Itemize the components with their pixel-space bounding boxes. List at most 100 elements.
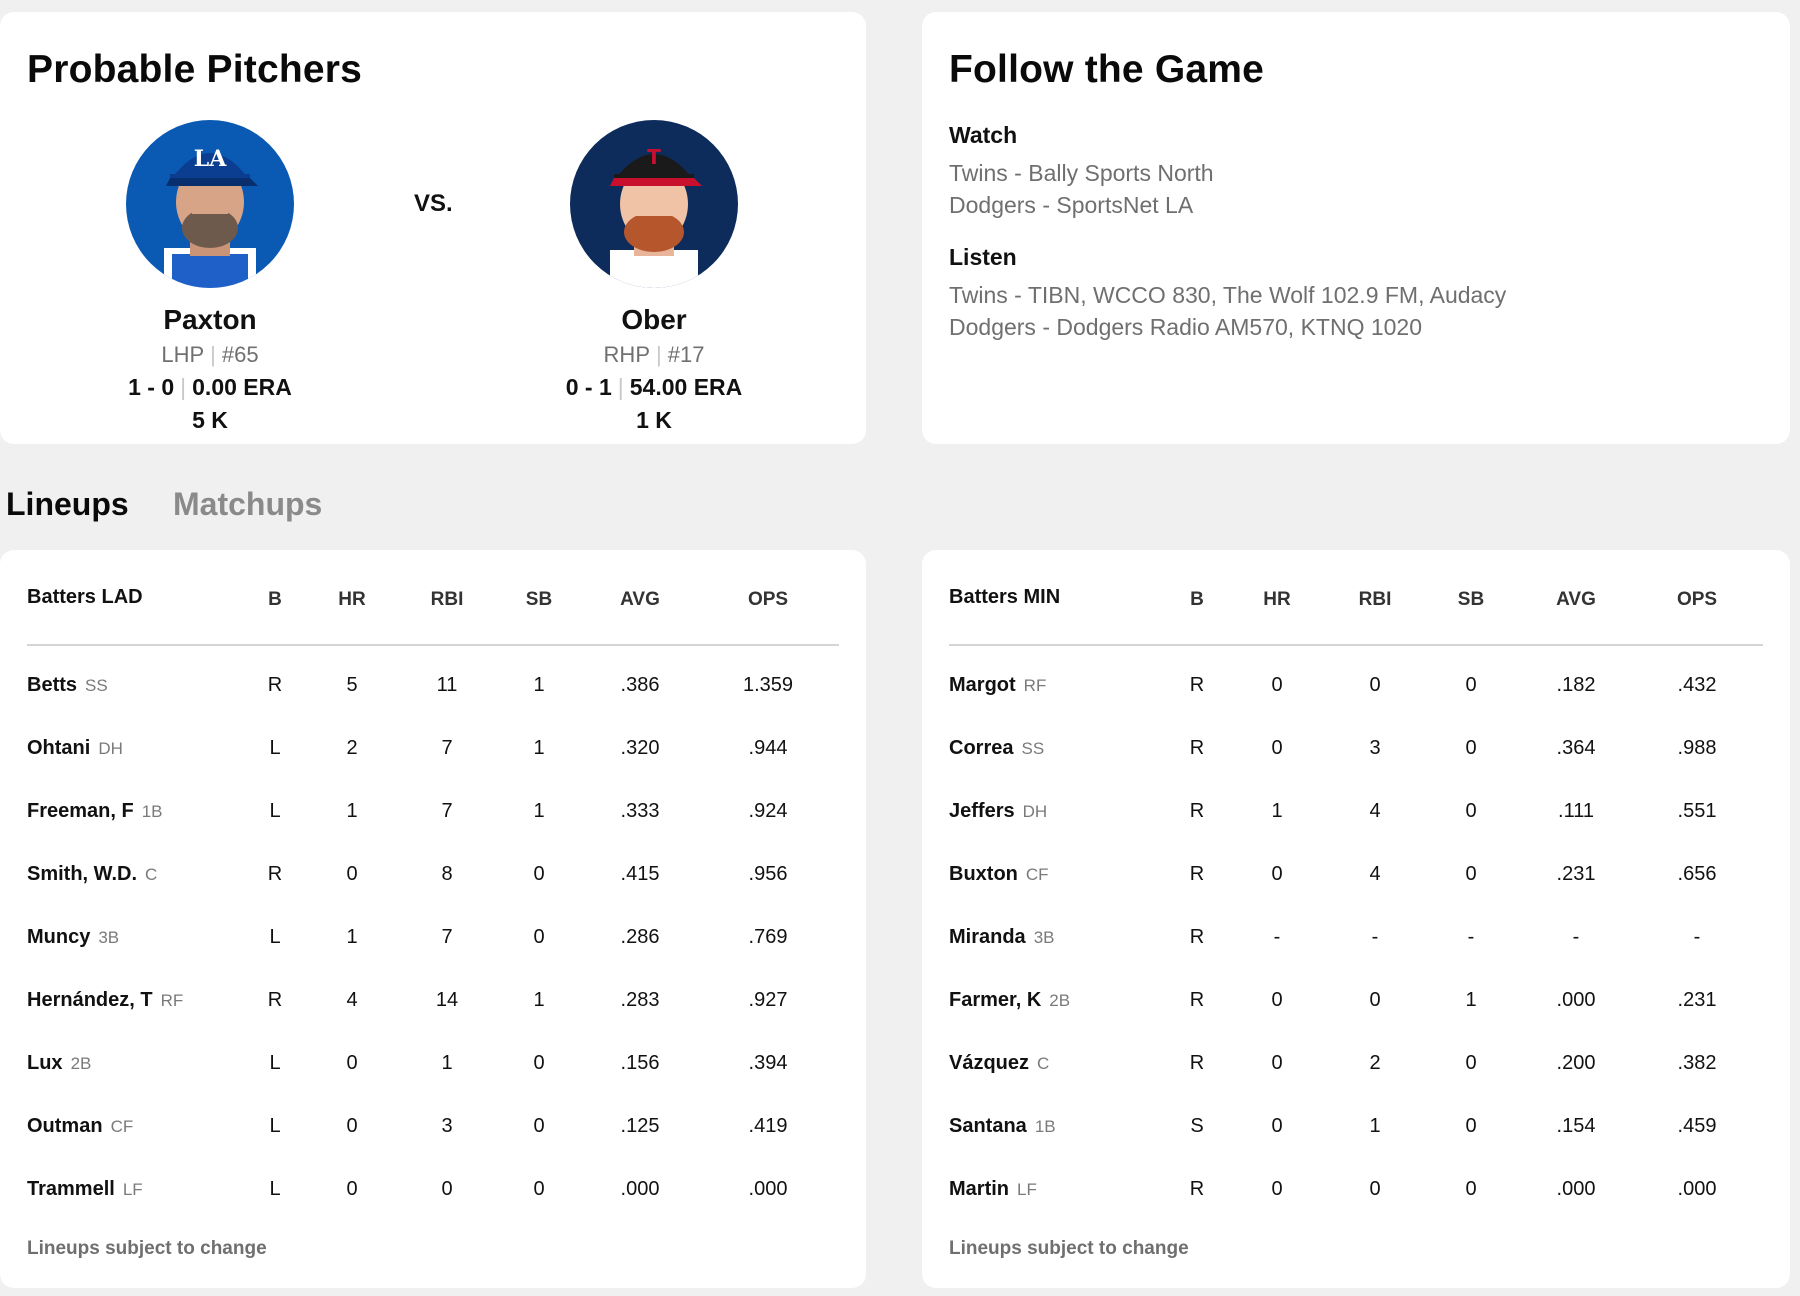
away-pitcher-number: #65 bbox=[221, 342, 259, 367]
table-row[interactable]: Martin LF R 0 0 0 .000 .000 bbox=[949, 1178, 1763, 1208]
player-name-text[interactable]: Margot bbox=[949, 674, 1016, 696]
player-name[interactable]: Smith, W.D. C bbox=[27, 863, 157, 886]
player-name[interactable]: Vázquez C bbox=[949, 1052, 1049, 1075]
player-name[interactable]: Miranda 3B bbox=[949, 926, 1054, 949]
player-name-text[interactable]: Muncy bbox=[27, 926, 90, 948]
col-header-avg: AVG bbox=[620, 589, 660, 610]
stat-hr: 0 bbox=[1271, 1178, 1283, 1200]
tab-lineups[interactable]: Lineups bbox=[6, 486, 129, 523]
player-name-text[interactable]: Farmer, K bbox=[949, 989, 1041, 1011]
stat-avg: .000 bbox=[1556, 989, 1596, 1011]
stat-b: L bbox=[269, 1052, 281, 1074]
lineup-card-lad: Batters LAD B HR RBI SB AVG OPS Betts SS R… bbox=[0, 550, 866, 1288]
player-name-text[interactable]: Miranda bbox=[949, 926, 1026, 948]
stat-ops: .656 bbox=[1677, 863, 1717, 885]
stat-avg: .182 bbox=[1556, 674, 1596, 696]
player-name-text[interactable]: Freeman, F bbox=[27, 800, 134, 822]
table-row[interactable]: Vázquez C R 0 2 0 .200 .382 bbox=[949, 1052, 1763, 1082]
stat-ops: .419 bbox=[748, 1115, 788, 1137]
stat-rbi: 0 bbox=[1369, 674, 1381, 696]
player-name-text[interactable]: Hernández, T bbox=[27, 989, 153, 1011]
home-pitcher-name[interactable]: Ober bbox=[504, 304, 804, 336]
stat-hr: 0 bbox=[1271, 863, 1283, 885]
stat-b: R bbox=[1189, 926, 1205, 948]
table-row[interactable]: Jeffers DH R 1 4 0 .111 .551 bbox=[949, 800, 1763, 830]
player-name-text[interactable]: Santana bbox=[949, 1115, 1027, 1137]
player-name[interactable]: Lux 2B bbox=[27, 1052, 91, 1075]
player-name-text[interactable]: Jeffers bbox=[949, 800, 1015, 822]
player-name-text[interactable]: Ohtani bbox=[27, 737, 90, 759]
away-pitcher[interactable]: LA Paxton LHP | #65 1 - 0 | 0.00 ERA 5 K bbox=[60, 108, 360, 434]
stat-rbi: 7 bbox=[441, 737, 453, 759]
divider: | bbox=[656, 342, 662, 367]
stat-rbi: 11 bbox=[436, 674, 458, 696]
table-row[interactable]: Margot RF R 0 0 0 .182 .432 bbox=[949, 674, 1763, 704]
player-position: RF bbox=[160, 991, 184, 1010]
table-row[interactable]: Smith, W.D. C R 0 8 0 .415 .956 bbox=[27, 863, 839, 893]
home-pitcher[interactable]: T Ober RHP | #17 0 - 1 | 54.00 ERA 1 K bbox=[504, 108, 804, 434]
table-row[interactable]: Freeman, F 1B L 1 7 1 .333 .924 bbox=[27, 800, 839, 830]
home-pitcher-position: RHP | #17 bbox=[504, 342, 804, 368]
table-row[interactable]: Trammell LF L 0 0 0 .000 .000 bbox=[27, 1178, 839, 1208]
player-position: 1B bbox=[141, 802, 163, 821]
versus-label: VS. bbox=[414, 190, 453, 217]
stat-rbi: 14 bbox=[435, 989, 459, 1011]
stat-sb: 1 bbox=[533, 737, 545, 759]
table-row[interactable]: Buxton CF R 0 4 0 .231 .656 bbox=[949, 863, 1763, 893]
stat-rbi: 4 bbox=[1369, 863, 1381, 885]
player-name[interactable]: Farmer, K 2B bbox=[949, 989, 1070, 1012]
player-name-text[interactable]: Trammell bbox=[27, 1178, 115, 1200]
player-position: LF bbox=[1017, 1180, 1037, 1199]
player-name-text[interactable]: Buxton bbox=[949, 863, 1018, 885]
away-pitcher-stats: 1 - 0 | 0.00 ERA bbox=[60, 374, 360, 401]
player-name[interactable]: Freeman, F 1B bbox=[27, 800, 163, 823]
player-name[interactable]: Correa SS bbox=[949, 737, 1044, 760]
table-row[interactable]: Betts SS R 5 11 1.386 1.359 bbox=[27, 674, 839, 704]
away-pitcher-name[interactable]: Paxton bbox=[60, 304, 360, 336]
player-name[interactable]: Santana 1B bbox=[949, 1115, 1056, 1138]
player-name-text[interactable]: Betts bbox=[27, 674, 77, 696]
player-name[interactable]: Buxton CF bbox=[949, 863, 1049, 886]
player-name-text[interactable]: Correa bbox=[949, 737, 1013, 759]
player-name[interactable]: Betts SS bbox=[27, 674, 108, 697]
stat-rbi: 0 bbox=[1369, 1178, 1381, 1200]
svg-text:LA: LA bbox=[194, 146, 227, 172]
divider: | bbox=[210, 342, 216, 367]
table-row[interactable]: Hernández, T RF R 4 14 1 .283 .927 bbox=[27, 989, 839, 1019]
home-pitcher-strikeouts: 1 K bbox=[636, 407, 672, 433]
table-row[interactable]: Ohtani DH L 2 7 1 .320 .944 bbox=[27, 737, 839, 767]
stat-rbi: 7 bbox=[441, 926, 453, 948]
player-name-text[interactable]: Vázquez bbox=[949, 1052, 1029, 1074]
player-name-text[interactable]: Martin bbox=[949, 1178, 1009, 1200]
table-row[interactable]: Muncy 3B L 1 7 0 .286 .769 bbox=[27, 926, 839, 956]
stat-sb: 0 bbox=[533, 863, 545, 885]
player-name-text[interactable]: Smith, W.D. bbox=[27, 863, 137, 885]
stat-b: L bbox=[269, 926, 281, 948]
away-pitcher-headshot[interactable]: LA bbox=[126, 120, 294, 288]
player-name-text[interactable]: Outman bbox=[27, 1115, 103, 1137]
table-row[interactable]: Outman CF L 0 3 0 .125 .419 bbox=[27, 1115, 839, 1145]
player-name-text[interactable]: Lux bbox=[27, 1052, 63, 1074]
table-row[interactable]: Santana 1B S 0 1 0 .154 .459 bbox=[949, 1115, 1763, 1145]
stat-sb: 0 bbox=[1465, 863, 1477, 885]
player-name[interactable]: Trammell LF bbox=[27, 1178, 143, 1201]
table-row[interactable]: Farmer, K 2B R 0 0 1 .000 .231 bbox=[949, 989, 1763, 1019]
player-position: 3B bbox=[1033, 928, 1055, 947]
stat-sb: 0 bbox=[1465, 1178, 1477, 1200]
table-row[interactable]: Lux 2B L 0 1 0 .156 .394 bbox=[27, 1052, 839, 1082]
player-name[interactable]: Muncy 3B bbox=[27, 926, 119, 949]
home-pitcher-headshot[interactable]: T bbox=[570, 120, 738, 288]
player-position: DH bbox=[1022, 802, 1048, 821]
player-name[interactable]: Jeffers DH bbox=[949, 800, 1047, 823]
player-position: 2B bbox=[70, 1054, 92, 1073]
player-name[interactable]: Hernández, T RF bbox=[27, 989, 183, 1012]
player-name[interactable]: Margot RF bbox=[949, 674, 1046, 697]
player-name[interactable]: Outman CF bbox=[27, 1115, 133, 1138]
player-name[interactable]: Ohtani DH bbox=[27, 737, 123, 760]
table-row[interactable]: Miranda 3B R - - - - - bbox=[949, 926, 1763, 956]
table-row[interactable]: Correa SS R 0 3 0 .364 .988 bbox=[949, 737, 1763, 767]
stat-sb: 0 bbox=[1465, 1052, 1477, 1074]
tab-matchups[interactable]: Matchups bbox=[173, 486, 322, 523]
player-name[interactable]: Martin LF bbox=[949, 1178, 1037, 1201]
player-position: SS bbox=[85, 676, 108, 695]
